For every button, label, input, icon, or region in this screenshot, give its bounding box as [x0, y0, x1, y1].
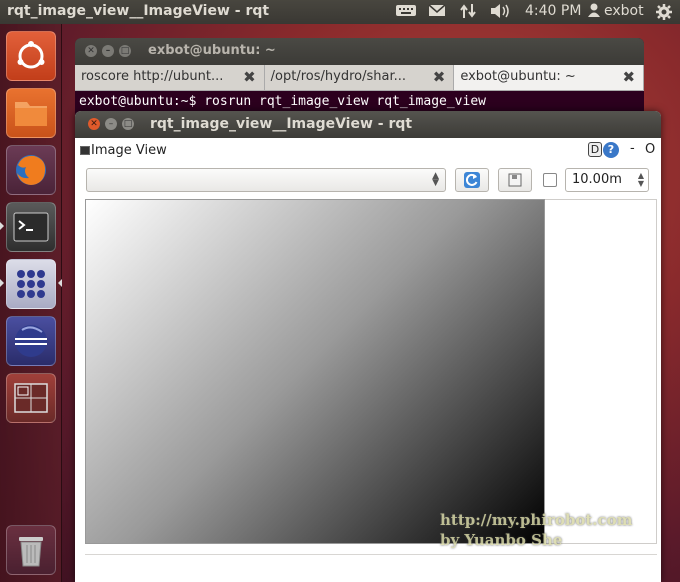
dash-home-button[interactable]: [6, 31, 56, 81]
gear-icon[interactable]: [655, 3, 673, 25]
plugin-title: Image View: [91, 143, 167, 158]
files-button[interactable]: [6, 88, 56, 138]
tab-label: roscore http://ubunt...: [81, 69, 224, 84]
terminal-icon: [13, 212, 49, 242]
smooth-scaling-checkbox[interactable]: [543, 173, 557, 187]
maximize-icon[interactable]: □: [119, 45, 131, 57]
help-icon[interactable]: ?: [603, 142, 619, 158]
zoom-value: 10.00m: [572, 172, 622, 187]
tab-roscore[interactable]: roscore http://ubunt... ✖: [75, 65, 265, 90]
minimize-icon[interactable]: –: [105, 118, 117, 130]
tab-label: exbot@ubuntu: ~: [460, 69, 576, 84]
eclipse-icon: [15, 325, 47, 357]
workspace-icon: [14, 383, 48, 413]
rqt-title: rqt_image_view__ImageView - rqt: [150, 116, 413, 132]
tab-exbot[interactable]: exbot@ubuntu: ~ ✖: [454, 65, 644, 90]
close-icon[interactable]: ✖: [433, 68, 446, 86]
terminal-tabs: roscore http://ubunt... ✖ /opt/ros/hydro…: [75, 65, 644, 91]
top-panel-app-title: rqt_image_view__ImageView - rqt: [7, 3, 270, 19]
updown-icon: ▲ ▼: [432, 171, 439, 188]
user-name[interactable]: exbot: [604, 3, 644, 19]
refresh-icon: [464, 172, 480, 188]
image-display[interactable]: [85, 199, 545, 544]
dock-button[interactable]: D: [588, 142, 602, 157]
watermark-line-2: by Yuanbo She: [440, 531, 563, 549]
save-icon: [508, 173, 522, 187]
apps-grid-icon: [17, 270, 45, 298]
launcher: [0, 24, 62, 582]
zoom-spinbox[interactable]: 10.00m ▲ ▼: [565, 168, 649, 192]
close-icon[interactable]: ✖: [622, 68, 635, 86]
top-panel: rqt_image_view__ImageView - rqt 4:40 PM …: [0, 0, 680, 24]
close-icon[interactable]: ✕: [88, 118, 100, 130]
refresh-button[interactable]: [455, 168, 489, 192]
minimize-plugin-button[interactable]: -: [630, 141, 635, 156]
clock[interactable]: 4:40 PM: [525, 3, 581, 19]
trash-icon: [19, 537, 43, 567]
ubuntu-logo-icon: [17, 41, 45, 69]
maximize-icon[interactable]: □: [122, 118, 134, 130]
terminal-button[interactable]: [6, 202, 56, 252]
terminal-title: exbot@ubuntu: ~: [148, 43, 276, 58]
apps-button[interactable]: [6, 259, 56, 309]
mail-icon[interactable]: [428, 3, 446, 21]
firefox-icon: [16, 155, 46, 185]
workspace-switcher-button[interactable]: [6, 373, 56, 423]
close-plugin-button[interactable]: O: [645, 142, 655, 157]
close-icon[interactable]: ✕: [85, 45, 97, 57]
eclipse-button[interactable]: [6, 316, 56, 366]
volume-icon[interactable]: [489, 3, 511, 23]
rqt-titlebar[interactable]: ✕ – □ rqt_image_view__ImageView - rqt: [75, 111, 661, 138]
user-icon: [588, 3, 600, 21]
save-image-button[interactable]: [498, 168, 532, 192]
minimize-icon[interactable]: –: [102, 45, 114, 57]
watermark: http://my.phirobot.com by Yuanbo She: [440, 510, 633, 550]
divider: [85, 554, 657, 555]
network-icon[interactable]: [459, 3, 477, 23]
trash-button[interactable]: [6, 525, 56, 575]
firefox-button[interactable]: [6, 145, 56, 195]
close-icon[interactable]: ✖: [243, 68, 256, 86]
terminal-command-line[interactable]: exbot@ubuntu:~$ rosrun rqt_image_view rq…: [79, 94, 486, 109]
keyboard-icon[interactable]: [395, 3, 417, 21]
tab-label: /opt/ros/hydro/shar...: [270, 69, 407, 84]
folder-icon: [15, 102, 47, 126]
plugin-icon: [80, 146, 90, 155]
terminal-titlebar[interactable]: ✕ – □ exbot@ubuntu: ~: [75, 38, 644, 65]
watermark-line-1: http://my.phirobot.com: [440, 511, 633, 529]
topic-select[interactable]: ▲ ▼: [86, 168, 446, 192]
tab-opt-ros[interactable]: /opt/ros/hydro/shar... ✖: [265, 65, 455, 90]
updown-icon[interactable]: ▲ ▼: [638, 172, 644, 188]
